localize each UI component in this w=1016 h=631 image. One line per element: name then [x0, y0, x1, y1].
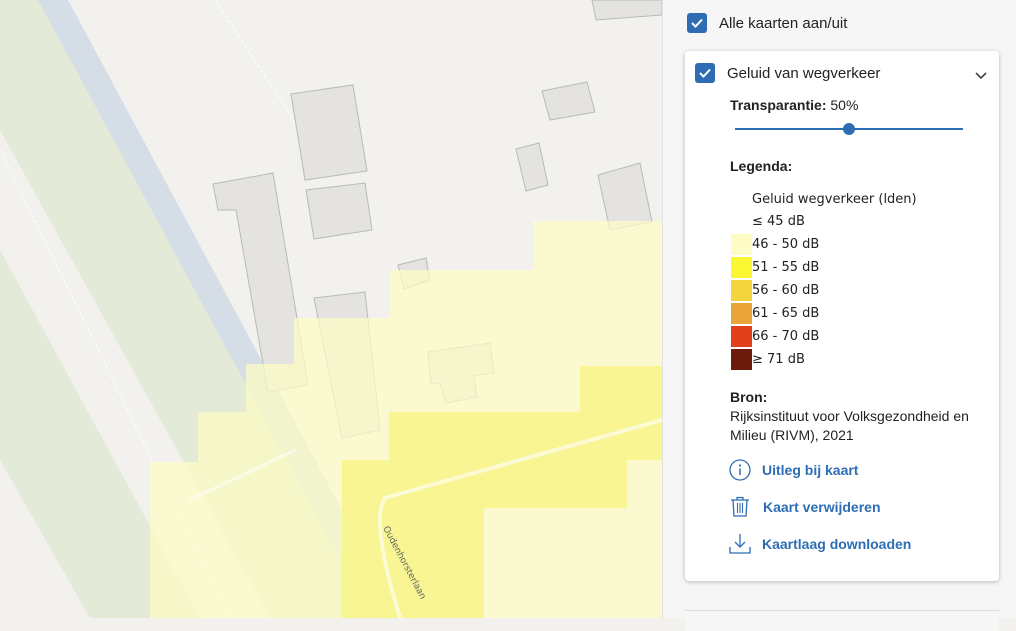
layers-panel: Alle kaarten aan/uit Geluid van wegverke…: [662, 0, 1016, 631]
legend-item: 61 - 65 dB: [731, 303, 991, 324]
legend-swatch: [731, 303, 752, 324]
legend-label: 61 - 65 dB: [752, 306, 820, 321]
source-heading: Bron:: [730, 389, 768, 405]
explain-map-link[interactable]: Uitleg bij kaart: [729, 458, 989, 484]
layer-checkbox[interactable]: [695, 63, 715, 83]
legend-swatch: [731, 257, 752, 278]
trash-icon: [729, 495, 753, 519]
all-maps-label[interactable]: Alle kaarten aan/uit: [719, 15, 847, 32]
transparency-value: 50%: [830, 97, 859, 113]
download-layer-label[interactable]: Kaartlaag downloaden: [762, 536, 911, 552]
legend-label: 46 - 50 dB: [752, 237, 820, 252]
legend-swatch: [731, 211, 752, 232]
legend-item: 56 - 60 dB: [731, 280, 991, 301]
remove-map-button[interactable]: Kaart verwijderen: [729, 495, 989, 521]
transparency-label: Transparantie:: [730, 97, 827, 113]
legend-item: 46 - 50 dB: [731, 234, 991, 255]
next-layer-card: [685, 610, 999, 631]
remove-map-label[interactable]: Kaart verwijderen: [763, 499, 881, 515]
map-view[interactable]: Oudenhorsterlaan: [0, 0, 662, 618]
chevron-down-icon[interactable]: [973, 67, 989, 83]
download-layer-button[interactable]: Kaartlaag downloaden: [729, 532, 989, 558]
legend-item: ≥ 71 dB: [731, 349, 991, 370]
legend-item: 66 - 70 dB: [731, 326, 991, 347]
legend-heading: Legenda:: [730, 158, 793, 174]
explain-map-label[interactable]: Uitleg bij kaart: [762, 462, 858, 478]
building: [305, 182, 373, 240]
transparency-row: Transparantie: 50%: [730, 97, 858, 113]
checkmark-icon: [691, 18, 703, 28]
legend-swatch: [731, 280, 752, 301]
legend-label: ≥ 71 dB: [752, 352, 805, 367]
building: [290, 84, 368, 181]
legend-label: 56 - 60 dB: [752, 283, 820, 298]
legend-item: 51 - 55 dB: [731, 257, 991, 278]
legend-title: Geluid wegverkeer (lden): [752, 192, 917, 207]
map-canvas[interactable]: Oudenhorsterlaan: [0, 0, 662, 618]
legend-swatch: [731, 234, 752, 255]
legend-swatch: [731, 326, 752, 347]
legend-label: 51 - 55 dB: [752, 260, 820, 275]
legend-item: ≤ 45 dB: [731, 211, 991, 232]
legend-swatch: [731, 349, 752, 370]
info-icon: [729, 458, 753, 482]
all-maps-checkbox[interactable]: [687, 13, 707, 33]
legend-label: 66 - 70 dB: [752, 329, 820, 344]
slider-thumb[interactable]: [843, 123, 855, 135]
layer-title[interactable]: Geluid van wegverkeer: [727, 65, 880, 82]
checkmark-icon: [699, 68, 711, 78]
source-text: Rijksinstituut voor Volksgezondheid en M…: [730, 408, 969, 443]
legend-label: ≤ 45 dB: [752, 214, 805, 229]
layer-card: Geluid van wegverkeer Transparantie: 50%…: [685, 51, 999, 581]
transparency-slider[interactable]: [735, 121, 963, 137]
download-icon: [729, 532, 753, 556]
